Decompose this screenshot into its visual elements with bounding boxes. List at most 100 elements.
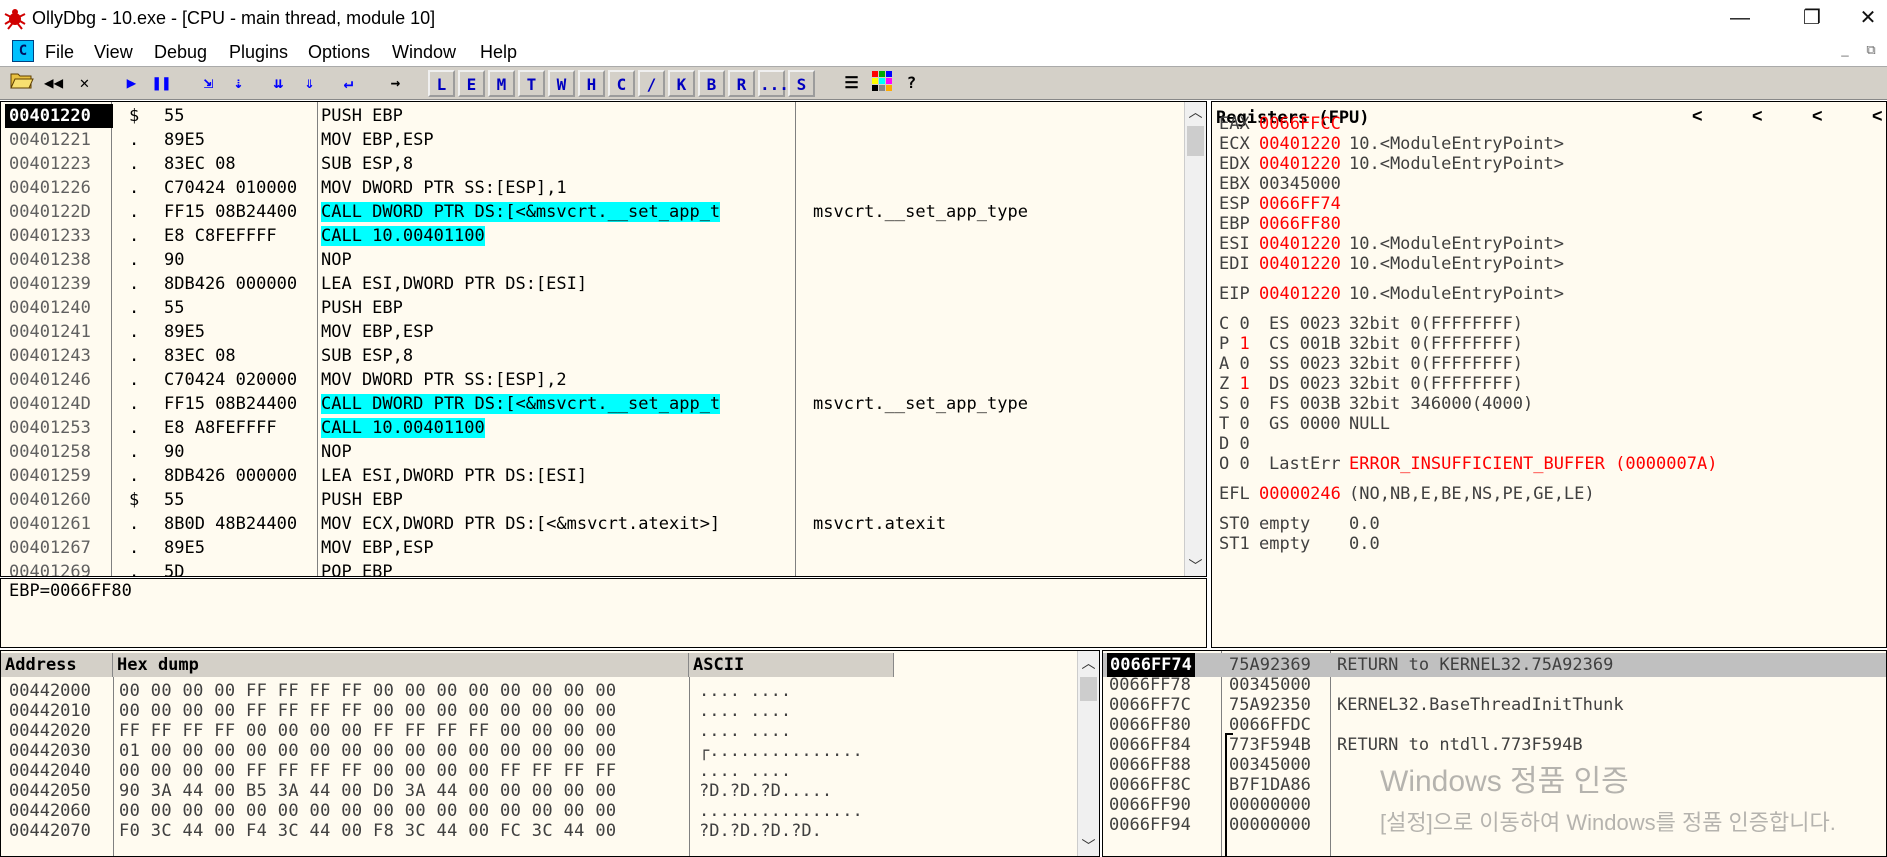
toolbar-memory-button[interactable]: M	[488, 70, 515, 97]
registers-arrow-icon[interactable]: <	[1812, 106, 1823, 127]
disasm-marker: .	[129, 538, 140, 558]
disasm-row[interactable]: 00401258. 90 NOP	[1, 440, 1185, 464]
register-comment: 32bit 0(FFFFFFFF)	[1349, 354, 1523, 374]
disasm-hex: 55	[164, 298, 185, 318]
disasm-row[interactable]: 00401238. 90 NOP	[1, 248, 1185, 272]
scroll-down-icon[interactable]: ﹀	[1185, 556, 1206, 576]
register-row[interactable]: ST1 empty 0.0	[1219, 532, 1380, 556]
disasm-row[interactable]: 00401220 $55 PUSH EBP	[1, 104, 1185, 128]
register-comment: 0.0	[1349, 514, 1380, 534]
menu-view[interactable]: View	[94, 42, 133, 63]
step-into-icon[interactable]: ⇲	[195, 70, 222, 97]
disasm-address: 00401226	[9, 178, 91, 198]
scroll-down-icon[interactable]: ﹀	[1078, 836, 1099, 856]
open-folder-icon[interactable]	[8, 70, 35, 97]
trace-over-icon[interactable]: ⇓	[296, 70, 323, 97]
disasm-row[interactable]: 00401259. 8DB426 000000 LEA ESI,DWORD PTR …	[1, 464, 1185, 488]
disasm-row[interactable]: 00401223. 83EC 08 SUB ESP,8	[1, 152, 1185, 176]
mdi-restore-button[interactable]: ⧉	[1860, 42, 1882, 62]
disasm-row[interactable]: 00401269. 5D POP EBP	[1, 560, 1185, 576]
disasm-row[interactable]: 00401253. E8 A8FEFFFF CALL 10.00401100	[1, 416, 1185, 440]
execute-till-return-icon[interactable]: ↵	[335, 70, 362, 97]
disasm-row[interactable]: 00401239. 8DB426 000000 LEA ESI,DWORD PTR …	[1, 272, 1185, 296]
toolbar-references-button[interactable]: R	[728, 70, 755, 97]
disasm-row[interactable]: 00401221. 89E5 MOV EBP,ESP	[1, 128, 1185, 152]
dump-header-ascii[interactable]: ASCII	[689, 653, 894, 677]
disasm-marker: .	[129, 226, 140, 246]
close-program-icon[interactable]: ✕	[71, 70, 98, 97]
registers-arrow-icon[interactable]: <	[1692, 106, 1703, 127]
disasm-row[interactable]: 00401261. 8B0D 48B24400 MOV ECX,DWORD PTR …	[1, 512, 1185, 536]
stack-pane[interactable]: 0066FF74 75A92369 RETURN to KERNEL32.75A92…	[1102, 650, 1887, 857]
scroll-up-icon[interactable]: ︿	[1185, 102, 1206, 122]
go-to-address-icon[interactable]: →	[382, 70, 409, 97]
dump-header-address[interactable]: Address	[1, 653, 113, 677]
disasm-instruction-text: PUSH EBP	[321, 298, 403, 318]
run-icon[interactable]: ▶	[118, 70, 145, 97]
register-row[interactable]: EIP 00401220 10.<ModuleEntryPoint>	[1219, 282, 1564, 306]
registers-pane[interactable]: Registers (FPU) < < < < EAX 0066FFCC ECX 00…	[1211, 101, 1887, 648]
disasm-hex: 83EC 08	[164, 154, 236, 174]
disasm-row[interactable]: 0040124D. FF15 08B24400 CALL DWORD PTR DS:…	[1, 392, 1185, 416]
menu-file[interactable]: File	[45, 42, 74, 63]
disasm-row[interactable]: 00401233. E8 C8FEFFFF CALL 10.00401100	[1, 224, 1185, 248]
disasm-row[interactable]: 00401243. 83EC 08 SUB ESP,8	[1, 344, 1185, 368]
toolbar-threads-button[interactable]: T	[518, 70, 545, 97]
color-grid-icon[interactable]	[868, 70, 895, 97]
disasm-row[interactable]: 00401241. 89E5 MOV EBP,ESP	[1, 320, 1185, 344]
toolbar-windows-button[interactable]: W	[548, 70, 575, 97]
disasm-row[interactable]: 00401267. 89E5 MOV EBP,ESP	[1, 536, 1185, 560]
menu-options[interactable]: Options	[308, 42, 370, 63]
toolbar-runtrace-button[interactable]: ...	[758, 70, 789, 97]
scroll-thumb[interactable]	[1187, 126, 1204, 156]
menu-help[interactable]: Help	[480, 42, 517, 63]
help-icon[interactable]: ?	[898, 70, 925, 97]
register-row[interactable]: O 0 LastErr ERROR_INSUFFICIENT_BUFFER (000…	[1219, 452, 1717, 476]
toolbar-log-button[interactable]: L	[428, 70, 455, 97]
stack-value: 00000000	[1229, 815, 1311, 835]
disassembly-pane[interactable]: 00401220 $55 PUSH EBP 00401221. 89E5 MOV EBP,…	[0, 101, 1207, 577]
mdi-minimize-button[interactable]: _	[1834, 42, 1856, 62]
register-row[interactable]: EFL 00000246 (NO,NB,E,BE,NS,PE,GE,LE)	[1219, 482, 1595, 506]
disasm-row[interactable]: 00401226. C70424 010000 MOV DWORD PTR SS:[…	[1, 176, 1185, 200]
registers-arrow-icon[interactable]: <	[1752, 106, 1763, 127]
dump-header-hex[interactable]: Hex dump	[113, 653, 689, 677]
menu-window[interactable]: Window	[392, 42, 456, 63]
cpu-window-icon[interactable]: C	[12, 40, 34, 62]
trace-into-icon[interactable]: ⇊	[265, 70, 292, 97]
registers-arrow-icon[interactable]: <	[1872, 106, 1883, 127]
disasm-marker: .	[129, 514, 140, 534]
close-button[interactable]: ✕	[1849, 4, 1887, 32]
restore-button[interactable]: ❐	[1787, 4, 1837, 32]
disasm-row[interactable]: 00401246. C70424 020000 MOV DWORD PTR SS:[…	[1, 368, 1185, 392]
toolbar-patches-button[interactable]: /	[638, 70, 665, 97]
dump-scrollbar[interactable]: ︿ ﹀	[1077, 651, 1099, 856]
disasm-row[interactable]: 00401260 $55 PUSH EBP	[1, 488, 1185, 512]
toolbar-callstack-button[interactable]: K	[668, 70, 695, 97]
window-title: OllyDbg - 10.exe - [CPU - main thread, m…	[32, 8, 436, 28]
hex-dump-pane[interactable]: Address Hex dump ASCII 00442000 00 00 00 …	[0, 650, 1100, 857]
toolbar-breakpoints-button[interactable]: B	[698, 70, 725, 97]
restart-icon[interactable]: ◀◀	[40, 70, 67, 97]
dump-row[interactable]: 00442070 F0 3C 44 00 F4 3C 44 00 F8 3C 44…	[1, 819, 1077, 843]
pause-icon[interactable]: ❚❚	[148, 70, 175, 97]
disasm-row[interactable]: 0040122D. FF15 08B24400 CALL DWORD PTR DS:…	[1, 200, 1185, 224]
toolbar-handles-button[interactable]: H	[578, 70, 605, 97]
toolbar-cpu-button[interactable]: C	[608, 70, 635, 97]
scroll-up-icon[interactable]: ︿	[1078, 653, 1099, 673]
disasm-instruction: LEA ESI,DWORD PTR DS:[ESI]	[321, 464, 795, 488]
minimize-button[interactable]: —	[1715, 4, 1765, 32]
disasm-address: 00401241	[9, 322, 91, 342]
disassembly-scrollbar[interactable]: ︿ ﹀	[1184, 102, 1206, 576]
menu-plugins[interactable]: Plugins	[229, 42, 288, 63]
toolbar-modules-button[interactable]: E	[458, 70, 485, 97]
scroll-thumb[interactable]	[1080, 677, 1097, 701]
toolbar-source-button[interactable]: S	[788, 70, 815, 97]
register-row[interactable]: EDI 00401220 10.<ModuleEntryPoint>	[1219, 252, 1564, 276]
disasm-row[interactable]: 00401240. 55 PUSH EBP	[1, 296, 1185, 320]
step-over-icon[interactable]: ⇣	[225, 70, 252, 97]
list-icon[interactable]: ☰	[838, 70, 865, 97]
stack-row[interactable]: 0066FF94 00000000	[1103, 813, 1886, 837]
disasm-address: 0040124D	[9, 394, 91, 414]
menu-debug[interactable]: Debug	[154, 42, 207, 63]
